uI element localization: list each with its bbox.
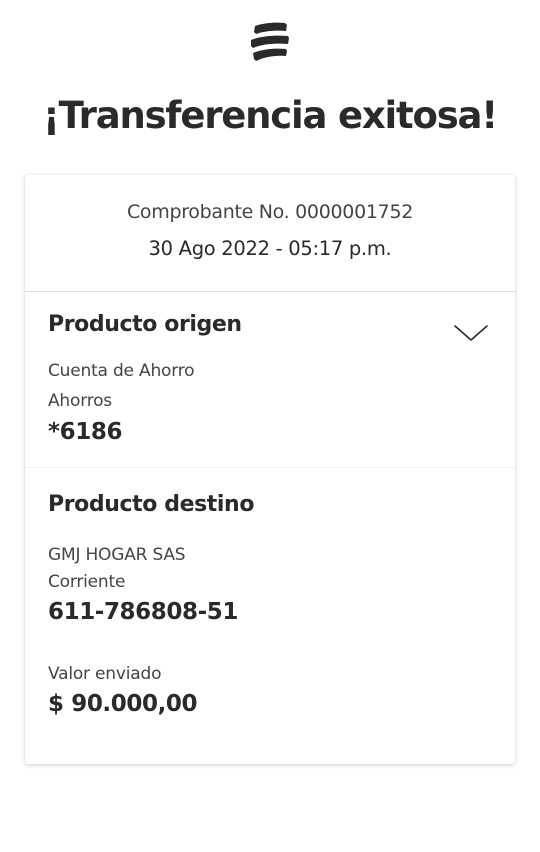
page-title: ¡Transferencia exitosa! xyxy=(43,94,498,137)
receipt-date: 30 Ago 2022 - 05:17 p.m. xyxy=(148,237,392,260)
origin-account-number: *6186 xyxy=(48,419,123,445)
destination-account-name: GMJ HOGAR SAS xyxy=(48,545,186,565)
origin-product-section: Producto origen Cuenta de Ahorro Ahorros… xyxy=(25,292,515,468)
destination-account-type: Corriente xyxy=(48,572,126,592)
destination-product-section: Producto destino GMJ HOGAR SAS Corriente… xyxy=(25,468,515,764)
origin-account-type: Ahorros xyxy=(48,391,112,411)
destination-account-number: 611-786808-51 xyxy=(48,599,238,625)
origin-title: Producto origen xyxy=(48,312,242,337)
origin-account-name: Cuenta de Ahorro xyxy=(48,361,195,381)
amount-value: $ 90.000,00 xyxy=(48,691,198,717)
destination-title: Producto destino xyxy=(48,492,255,517)
amount-label: Valor enviado xyxy=(48,664,162,684)
chevron-down-icon[interactable] xyxy=(453,322,489,344)
receipt-header: Comprobante No. 0000001752 30 Ago 2022 -… xyxy=(25,175,515,292)
transfer-receipt-card: Comprobante No. 0000001752 30 Ago 2022 -… xyxy=(25,175,515,764)
receipt-number: Comprobante No. 0000001752 xyxy=(126,201,414,223)
bank-logo-icon xyxy=(251,22,289,61)
